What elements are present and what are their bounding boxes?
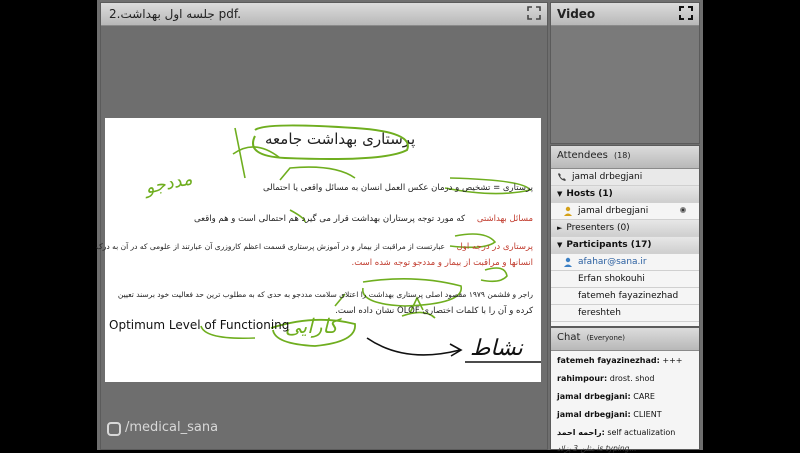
page-line-6: کرده و آن را با کلمات اختصاری OLOF نشان …	[335, 306, 533, 316]
presenters-group[interactable]: ► Presenters (0)	[551, 220, 699, 237]
participant-name: fereshteh	[578, 308, 621, 318]
chat-title: Chat	[557, 332, 581, 343]
typing-indicator: مثلن 3 پزلاد is typing...	[557, 444, 637, 453]
video-pod: Video	[550, 2, 700, 144]
participants-label: Participants (17)	[566, 240, 652, 250]
participant-name: afahar@sana.ir	[578, 257, 647, 267]
chat-text: CARE	[633, 392, 655, 401]
user-icon	[564, 206, 572, 216]
document-viewer: پرستاری بهداشت جامعه مددجو کارایی نشاط پ…	[96, 26, 547, 449]
chevron-down-icon: ▼	[557, 241, 563, 249]
video-title: Video	[557, 7, 596, 21]
document-pod-header: 2.جلسه اول بهداشت pdf.	[101, 3, 547, 26]
chat-pod: Chat (Everyone) fatemeh fayazinezhad: ++…	[550, 327, 700, 453]
attendees-title: Attendees	[557, 150, 608, 161]
phone-icon	[558, 173, 566, 181]
chat-sender: راحمه احمد:	[557, 428, 605, 437]
handwriting-neshat: نشاط	[470, 336, 523, 361]
chat-sender: jamal drbegjani:	[557, 410, 631, 419]
host-name: jamal drbegjani	[578, 206, 649, 216]
chat-sender: fatemeh fayazinezhad:	[557, 356, 660, 365]
attendees-pod: Attendees (18) jamal drbegjani ▼ Hosts (…	[550, 145, 700, 327]
handwriting-karaee: کارایی	[285, 314, 339, 338]
participant-row[interactable]: Erfan shokouhi	[551, 271, 699, 288]
document-page: پرستاری بهداشت جامعه مددجو کارایی نشاط پ…	[96, 118, 541, 382]
document-pod: 2.جلسه اول بهداشت pdf. پرستاری بهداشت جا…	[96, 2, 548, 450]
document-title: 2.جلسه اول بهداشت pdf.	[109, 7, 242, 21]
chat-message: jamal drbegjani: CARE	[551, 390, 699, 408]
chat-sender: rahimpour:	[557, 374, 608, 383]
hosts-label: Hosts (1)	[566, 189, 613, 199]
attendees-pod-header: Attendees (18)	[551, 146, 699, 169]
page-optimum: Optimum Level of Functioning	[109, 318, 290, 332]
chat-message: jamal drbegjani: CLIENT	[551, 408, 699, 426]
video-pod-header: Video	[551, 3, 699, 26]
attendees-count: (18)	[614, 151, 631, 160]
chat-pod-header: Chat (Everyone)	[551, 328, 699, 351]
instagram-icon	[107, 422, 121, 436]
chat-text: CLIENT	[633, 410, 662, 419]
presenters-label: Presenters (0)	[566, 223, 630, 233]
page-line-5: راجر و فلشمن ۱۹۷۹ مقصود اصلی پرستاری بهد…	[117, 290, 533, 299]
participants-group[interactable]: ▼ Participants (17)	[551, 237, 699, 254]
host-row[interactable]: jamal drbegjani	[551, 203, 699, 220]
chat-messages: fatemeh fayazinezhad: +++ rahimpour: dro…	[551, 351, 699, 453]
page-line-3: عبارتست از مراقبت از بیمار و در آموزش پر…	[96, 242, 445, 251]
hosts-group[interactable]: ▼ Hosts (1)	[551, 186, 699, 203]
participant-name: fatemeh fayazinezhad	[578, 291, 679, 301]
participant-row[interactable]: fereshteh	[551, 305, 699, 322]
chat-message: rahimpour: drost. shod	[551, 372, 699, 390]
user-icon	[564, 257, 572, 267]
page-line-3-prefix: پرستاری در درجه اول	[456, 242, 533, 252]
watermark: /medical_sana	[125, 420, 219, 435]
participant-row[interactable]: afahar@sana.ir	[551, 254, 699, 271]
chat-text: +++	[662, 356, 683, 365]
page-line-4: انسانها و مراقبت از بیمار و مددجو توجه ش…	[351, 258, 533, 268]
chat-message: fatemeh fayazinezhad: +++	[551, 354, 699, 372]
page-line-2-prefix: مسائل بهداشتی	[476, 214, 533, 224]
current-user-row[interactable]: jamal drbegjani	[551, 169, 699, 186]
chat-text: drost. shod	[609, 374, 655, 383]
page-line-1: پرستاری = تشخیص و درمان عکس العمل انسان …	[262, 183, 533, 193]
chevron-down-icon: ▼	[557, 190, 563, 198]
fullscreen-icon[interactable]	[527, 6, 541, 20]
chevron-right-icon: ►	[557, 224, 563, 232]
chat-message: راحمه احمد: self actualization	[551, 426, 699, 444]
chat-sender: jamal drbegjani:	[557, 392, 631, 401]
page-line-2: که مورد توجه پرستاران بهداشت قرار می گیر…	[194, 214, 465, 224]
webcam-icon	[680, 207, 686, 213]
current-user-name: jamal drbegjani	[572, 172, 643, 182]
fullscreen-icon[interactable]	[679, 6, 693, 20]
chat-scope: (Everyone)	[586, 334, 625, 342]
participant-name: Erfan shokouhi	[578, 274, 645, 284]
participant-row[interactable]: fatemeh fayazinezhad	[551, 288, 699, 305]
chat-text: self actualization	[607, 428, 676, 437]
